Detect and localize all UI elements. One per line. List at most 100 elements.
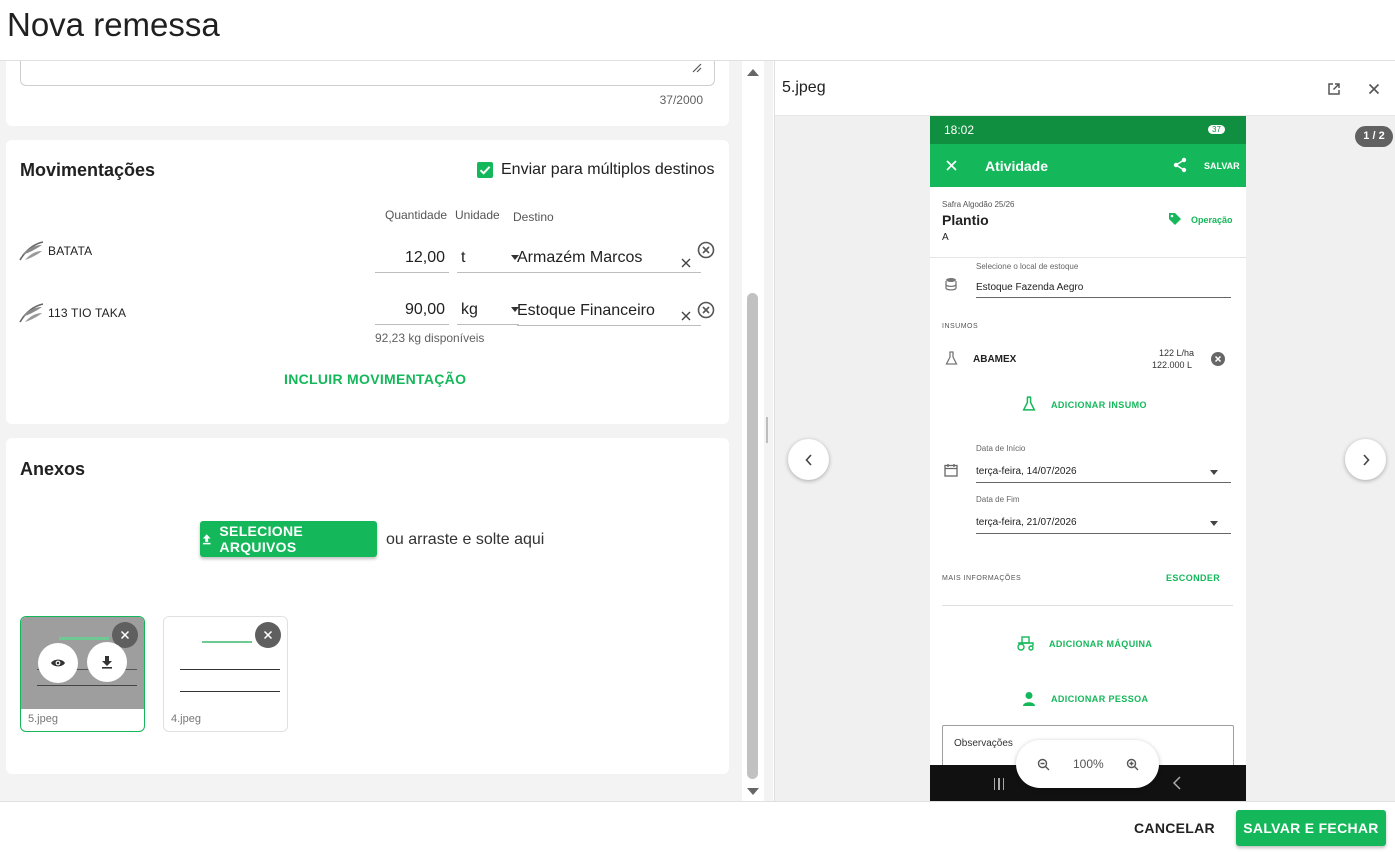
- phone-stock-value: Estoque Fazenda Aegro: [976, 282, 1084, 293]
- close-icon: [946, 160, 957, 171]
- phone-add-machine: ADICIONAR MÁQUINA: [1049, 639, 1153, 649]
- remove-row-icon[interactable]: [696, 240, 716, 260]
- form-pane: 37/2000 Movimentações Enviar para múltip…: [0, 61, 773, 801]
- back-icon: [1172, 776, 1181, 790]
- image-preview: 18:02 37 Atividade SALVAR Safra Algodão …: [930, 116, 1246, 801]
- movements-card: Movimentações Enviar para múltiplos dest…: [6, 140, 729, 424]
- available-stock-hint: 92,23 kg disponíveis: [375, 331, 485, 345]
- drag-drop-hint: ou arraste e solte aqui: [386, 531, 545, 548]
- scrollbar-thumb[interactable]: [747, 293, 758, 779]
- add-movement-button[interactable]: INCLUIR MOVIMENTAÇÃO: [284, 371, 466, 387]
- clear-icon[interactable]: [681, 311, 691, 321]
- tag-icon: [1169, 213, 1181, 225]
- resize-grip-icon[interactable]: [692, 63, 702, 73]
- phone-end-value: terça-feira, 21/07/2026: [976, 517, 1077, 528]
- phone-screen-title: Atividade: [985, 158, 1049, 174]
- phone-input-name: ABAMEX: [973, 354, 1017, 365]
- phone-app-bar: Atividade SALVAR: [930, 144, 1246, 187]
- unit-value: t: [461, 249, 466, 266]
- next-image-button[interactable]: [1345, 439, 1386, 480]
- quantity-input[interactable]: 90,00: [375, 299, 449, 325]
- phone-time: 18:02: [944, 123, 975, 137]
- zoom-level: 100%: [1073, 757, 1104, 771]
- close-icon: [263, 630, 273, 640]
- viewer-filename: 5.jpeg: [782, 79, 826, 96]
- attachment-thumbnail[interactable]: 5.jpeg: [20, 616, 145, 732]
- top-bar: Nova remessa: [0, 0, 1395, 61]
- select-files-label: SELECIONE ARQUIVOS: [219, 523, 304, 555]
- cancel-button[interactable]: CANCELAR: [1134, 820, 1215, 836]
- tractor-icon: [1017, 636, 1034, 651]
- check-icon: [479, 166, 491, 175]
- destination-value: Armazém Marcos: [517, 249, 643, 266]
- scroll-up-icon[interactable]: [746, 67, 760, 77]
- attachment-filename: 4.jpeg: [171, 713, 201, 725]
- attachment-filename: 5.jpeg: [28, 713, 58, 725]
- remove-input-icon: [1211, 352, 1225, 366]
- eye-icon: [51, 659, 65, 667]
- upload-icon: [202, 534, 211, 545]
- movement-item-name: 113 TIO TAKA: [48, 306, 127, 320]
- zoom-out-icon[interactable]: [1037, 758, 1050, 771]
- notes-char-counter: 37/2000: [659, 93, 703, 107]
- view-attachment-button[interactable]: [38, 643, 78, 683]
- phone-observations: Observações: [954, 738, 1013, 749]
- footer-actions: CANCELAR SALVAR E FECHAR: [0, 801, 1395, 852]
- phone-more-info: MAIS INFORMAÇÕES: [942, 575, 1022, 582]
- column-quantity: Quantidade: [385, 208, 448, 222]
- phone-battery: 37: [1208, 125, 1225, 134]
- flask-icon: [945, 351, 958, 365]
- download-icon: [102, 656, 112, 669]
- page-title: Nova remessa: [7, 6, 220, 43]
- split-handle[interactable]: [766, 417, 768, 443]
- previous-image-button[interactable]: [788, 439, 829, 480]
- person-icon: [1023, 692, 1035, 706]
- phone-activity-sub: A: [942, 232, 949, 243]
- select-files-button[interactable]: SELECIONE ARQUIVOS: [200, 521, 377, 557]
- chevron-right-icon: [1362, 453, 1370, 466]
- multi-destination-checkbox[interactable]: [477, 162, 493, 178]
- remove-attachment-button[interactable]: [255, 622, 281, 648]
- document-viewer: 5.jpeg 18:02 37 Atividade SALVAR Safra A…: [774, 61, 1395, 801]
- open-external-icon[interactable]: [1327, 82, 1341, 96]
- multi-destination-label: Enviar para múltiplos destinos: [501, 161, 715, 178]
- phone-add-person: ADICIONAR PESSOA: [1051, 694, 1149, 704]
- save-and-close-button[interactable]: SALVAR E FECHAR: [1236, 810, 1386, 846]
- quantity-input[interactable]: 12,00: [375, 247, 449, 273]
- phone-input-rate: 122 L/ha: [1159, 348, 1195, 358]
- phone-stock-label: Selecione o local de estoque: [976, 262, 1079, 271]
- phone-input-total: 122.000 L: [1152, 360, 1193, 370]
- phone-status-bar: 18:02 37: [930, 116, 1246, 144]
- seed-icon: [19, 303, 44, 323]
- notes-textarea[interactable]: [20, 61, 715, 86]
- unit-select[interactable]: t: [457, 247, 519, 273]
- zoom-controls: 100%: [1016, 740, 1159, 788]
- phone-season: Safra Algodão 25/26: [942, 200, 1015, 209]
- close-icon: [120, 630, 130, 640]
- clear-icon[interactable]: [681, 258, 691, 268]
- download-attachment-button[interactable]: [87, 642, 127, 682]
- phone-activity: Plantio: [942, 212, 989, 228]
- phone-end-label: Data de Fim: [976, 495, 1020, 504]
- phone-save: SALVAR: [1204, 161, 1240, 171]
- destination-select[interactable]: Armazém Marcos: [517, 247, 701, 273]
- remove-row-icon[interactable]: [696, 300, 716, 320]
- share-icon: [1173, 157, 1187, 173]
- zoom-in-icon[interactable]: [1126, 758, 1139, 771]
- close-icon[interactable]: [1368, 83, 1380, 95]
- attachment-thumbnail[interactable]: 4.jpeg: [163, 616, 288, 732]
- attachments-card: Anexos SELECIONE ARQUIVOS ou arraste e s…: [6, 438, 729, 774]
- movement-item-name: BATATA: [48, 244, 93, 258]
- phone-hide: ESCONDER: [1166, 573, 1221, 583]
- page-indicator: 1 / 2: [1355, 126, 1393, 147]
- column-unit: Unidade: [455, 208, 500, 222]
- scroll-down-icon[interactable]: [746, 787, 760, 797]
- phone-operation: Operação: [1191, 215, 1233, 225]
- destination-select[interactable]: Estoque Financeiro: [517, 300, 701, 326]
- destination-value: Estoque Financeiro: [517, 302, 655, 319]
- unit-select[interactable]: kg: [457, 299, 519, 325]
- phone-inputs-label: INSUMOS: [942, 323, 979, 330]
- flask-icon: [1022, 396, 1036, 411]
- attachments-title: Anexos: [20, 459, 86, 479]
- movements-title: Movimentações: [20, 160, 156, 180]
